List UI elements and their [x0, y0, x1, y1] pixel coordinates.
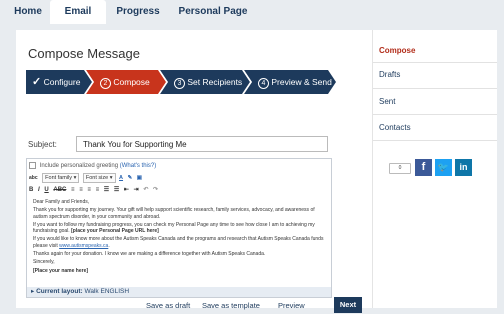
sidebar-divider [373, 88, 497, 89]
save-template-link[interactable]: Save as template [202, 301, 260, 310]
sidebar-item-drafts[interactable]: Drafts [379, 70, 400, 79]
checkmark-icon: ✓ [32, 76, 42, 88]
body-signoff: Sincerely, [33, 259, 55, 266]
step-number-icon: 3 [174, 78, 185, 89]
wizard-steps: ✓ Configure 2 Compose 3 Set Recipients 4… [26, 70, 336, 94]
page-title: Compose Message [28, 46, 140, 61]
body-paragraph: Thank you for supporting my journey. You… [33, 207, 315, 220]
sidebar-divider [373, 140, 497, 141]
step-preview-label: Preview & Send [271, 77, 332, 87]
justify-icon[interactable]: ≡ [96, 185, 100, 195]
step-compose[interactable]: 2 Compose [100, 70, 150, 94]
whats-this-link[interactable]: (What's this?) [120, 163, 157, 169]
twitter-icon[interactable]: 🐦 [435, 159, 452, 176]
save-draft-link[interactable]: Save as draft [146, 301, 190, 310]
font-size-select[interactable]: Font size ▾ [82, 173, 116, 183]
sidebar-item-contacts[interactable]: Contacts [379, 123, 411, 132]
body-paragraph: Thanks again for your donation. I know w… [33, 251, 266, 258]
tab-home[interactable]: Home [8, 0, 48, 24]
message-body[interactable]: Dear Family and Friends, Thank you for s… [33, 199, 327, 293]
tab-progress[interactable]: Progress [108, 0, 168, 24]
step-recipients-label: Set Recipients [187, 77, 243, 87]
page-content: Compose Message ✓ Configure 2 Compose 3 … [16, 30, 497, 313]
body-paragraph: If you want to follow my fundraising pro… [33, 221, 315, 235]
compose-panel: Compose Message ✓ Configure 2 Compose 3 … [16, 30, 366, 313]
preview-link[interactable]: Preview [278, 301, 305, 310]
sidebar-divider [373, 62, 497, 63]
social-share: 0 f 🐦 in [389, 158, 489, 176]
step-set-recipients[interactable]: 3 Set Recipients [174, 70, 242, 94]
step-compose-label: Compose [113, 77, 150, 87]
font-family-select[interactable]: Font family ▾ [42, 173, 80, 183]
tab-email[interactable]: Email [50, 0, 106, 24]
highlight-color-icon[interactable]: ✎ [128, 173, 133, 183]
subject-input[interactable]: Thank You for Supporting Me [76, 136, 328, 152]
strikethrough-icon[interactable]: ABC [53, 185, 66, 195]
sidebar-item-compose[interactable]: Compose [379, 46, 415, 55]
indent-icon[interactable]: ⇥ [134, 185, 139, 195]
spellcheck-icon[interactable]: abc [29, 173, 38, 183]
facebook-icon[interactable]: f [415, 159, 432, 176]
text-color-icon[interactable]: A [119, 173, 123, 183]
align-right-icon[interactable]: ≡ [87, 185, 91, 195]
current-layout-value: Walk ENGLISH [84, 288, 130, 295]
personal-page-placeholder: [place your Personal Page URL here] [71, 228, 159, 235]
step-preview-send[interactable]: 4 Preview & Send [258, 70, 332, 94]
message-editor[interactable]: Include personalized greeting (What's th… [26, 158, 332, 298]
outdent-icon[interactable]: ⇤ [124, 185, 129, 195]
editor-toolbar-top: abc Font family ▾ Font size ▾ A ✎ ▣ [29, 173, 329, 183]
personalized-greeting-checkbox[interactable] [29, 161, 36, 169]
sidebar-item-sent[interactable]: Sent [379, 97, 395, 106]
underline-icon[interactable]: U [44, 185, 48, 195]
bullet-list-icon[interactable]: ☰ [104, 185, 109, 195]
current-layout-bar[interactable]: ▸ Current layout: Walk ENGLISH [27, 287, 331, 297]
linkedin-icon[interactable]: in [455, 159, 472, 176]
step-number-icon: 4 [258, 78, 269, 89]
numbered-list-icon[interactable]: ☰ [114, 185, 119, 195]
personalized-greeting-label: Include personalized greeting [39, 163, 119, 169]
align-left-icon[interactable]: ≡ [71, 185, 75, 195]
align-center-icon[interactable]: ≡ [79, 185, 83, 195]
top-navigation: Home Email Progress Personal Page [0, 0, 504, 24]
name-placeholder: [Place your name here] [33, 267, 89, 274]
autism-speaks-link[interactable]: www.autismspeaks.ca [59, 243, 108, 249]
editor-toolbar-format: B I U ABC ≡ ≡ ≡ ≡ ☰ ☰ ⇤ ⇥ ↶ ↷ [29, 185, 329, 195]
body-paragraph: If you would like to know more about the… [33, 236, 324, 249]
undo-icon[interactable]: ↶ [143, 185, 148, 195]
body-greeting: Dear Family and Friends, [33, 199, 90, 205]
step-number-icon: 2 [100, 78, 111, 89]
tab-personal-page[interactable]: Personal Page [170, 0, 256, 24]
step-configure-label: Configure [43, 77, 81, 87]
step-configure[interactable]: ✓ Configure [32, 70, 80, 94]
subject-label: Subject: [28, 140, 57, 149]
email-sidebar: Compose Drafts Sent Contacts 0 f 🐦 in [372, 30, 497, 308]
redo-icon[interactable]: ↷ [153, 185, 158, 195]
next-button[interactable]: Next [334, 297, 362, 313]
italic-icon[interactable]: I [38, 185, 40, 195]
compose-actions: Save as draft Save as template Preview N… [146, 297, 366, 314]
bold-icon[interactable]: B [29, 185, 33, 195]
triangle-right-icon: ▸ [31, 288, 35, 295]
share-count: 0 [389, 163, 411, 174]
image-icon[interactable]: ▣ [137, 173, 142, 183]
sidebar-divider [373, 114, 497, 115]
personalized-greeting-row: Include personalized greeting (What's th… [29, 161, 329, 171]
current-layout-label: Current layout: [36, 288, 83, 295]
